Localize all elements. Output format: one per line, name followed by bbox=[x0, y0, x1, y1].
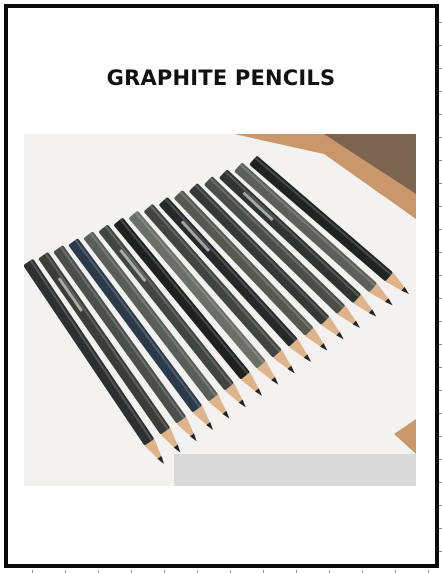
reflection-strip bbox=[174, 454, 416, 486]
page-title: GRAPHITE PENCILS bbox=[106, 66, 336, 90]
pencils-illustration bbox=[24, 134, 416, 486]
pencils-photo bbox=[24, 134, 416, 486]
